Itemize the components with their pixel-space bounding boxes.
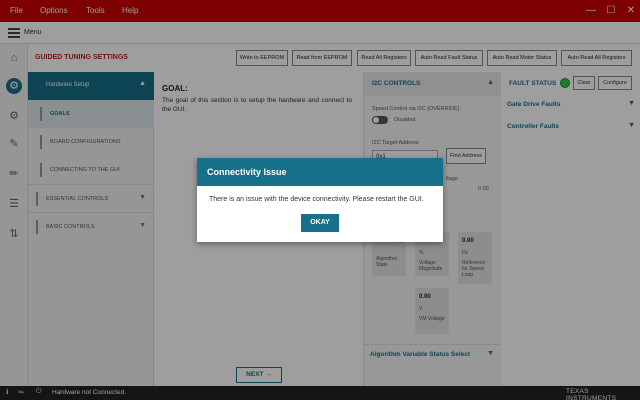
- connectivity-dialog: Connectivity Issue There is an issue wit…: [197, 158, 443, 242]
- dialog-title: Connectivity Issue: [207, 167, 287, 177]
- dialog-header: Connectivity Issue: [197, 158, 443, 186]
- okay-button[interactable]: OKAY: [301, 214, 339, 232]
- dialog-message: There is an issue with the device connec…: [209, 196, 424, 203]
